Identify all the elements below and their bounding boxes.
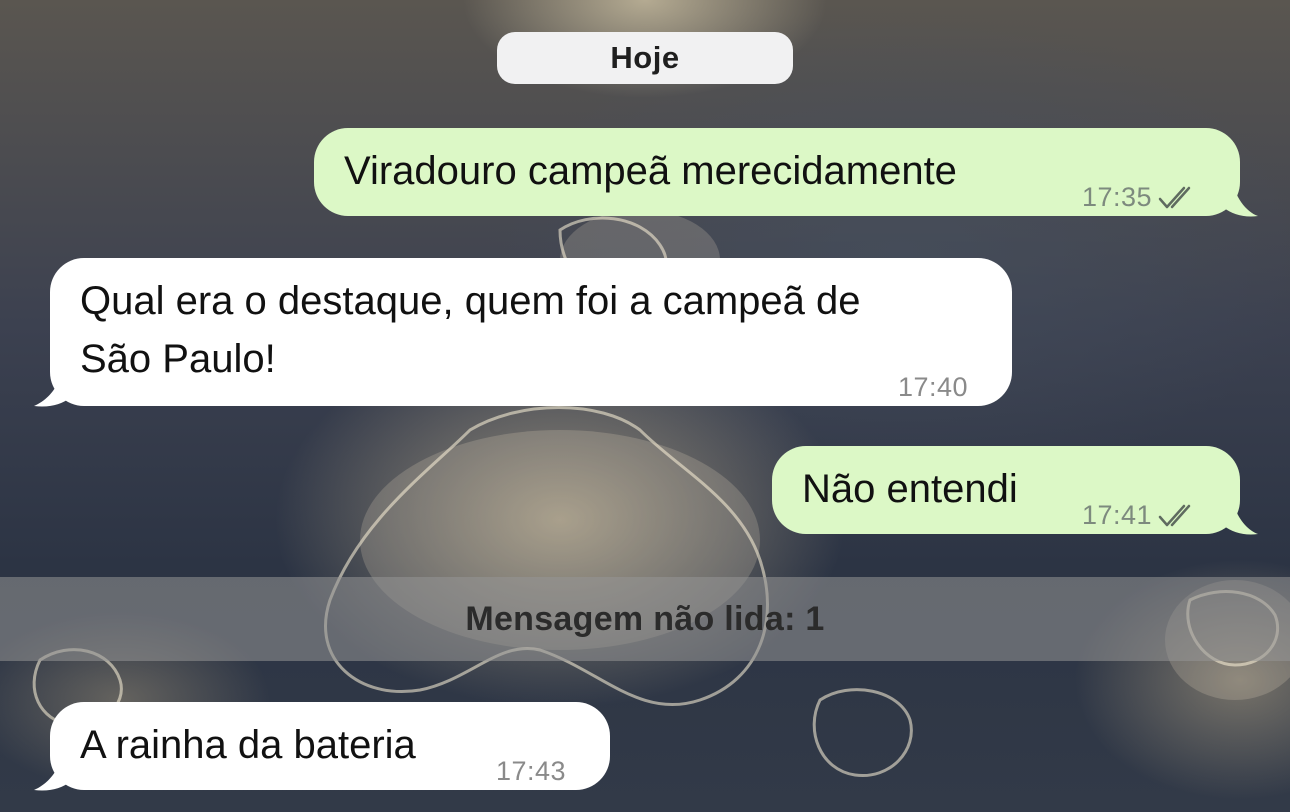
wallpaper-light-shapes bbox=[32, 210, 1290, 778]
read-double-check-icon bbox=[1158, 184, 1198, 210]
message-time: 17:40 bbox=[898, 372, 969, 402]
message-meta: 17:43 bbox=[496, 742, 566, 800]
outgoing-message[interactable]: Viradouro campeã merecidamente 17:35 bbox=[314, 128, 1240, 216]
message-text: Viradouro campeã merecidamente bbox=[344, 149, 957, 193]
incoming-message[interactable]: Qual era o destaque, quem foi a campeã d… bbox=[50, 258, 1012, 406]
message-time: 17:35 bbox=[1082, 182, 1153, 212]
incoming-bubble-tail bbox=[34, 752, 70, 791]
message-time: 17:41 bbox=[1082, 500, 1153, 530]
message-meta: 17:41 bbox=[1082, 486, 1198, 544]
outgoing-bubble-tail bbox=[1224, 178, 1258, 217]
message-time: 17:43 bbox=[496, 756, 567, 786]
incoming-bubble-tail bbox=[34, 368, 70, 407]
message-text-line-2: São Paulo! bbox=[80, 337, 276, 381]
message-text: Não entendi bbox=[802, 467, 1018, 511]
message-text-line-1: Qual era o destaque, quem foi a campeã d… bbox=[80, 279, 861, 323]
unread-messages-banner: Mensagem não lida: 1 bbox=[0, 577, 1290, 661]
read-double-check-icon bbox=[1158, 502, 1198, 528]
incoming-message[interactable]: A rainha da bateria 17:43 bbox=[50, 702, 610, 790]
message-meta: 17:40 bbox=[898, 358, 968, 416]
message-text: A rainha da bateria bbox=[80, 723, 416, 767]
message-meta: 17:35 bbox=[1082, 168, 1198, 226]
outgoing-message[interactable]: Não entendi 17:41 bbox=[772, 446, 1240, 534]
outgoing-bubble-tail bbox=[1224, 496, 1258, 535]
chat-wallpaper bbox=[0, 0, 1290, 812]
date-separator: Hoje bbox=[497, 32, 793, 84]
